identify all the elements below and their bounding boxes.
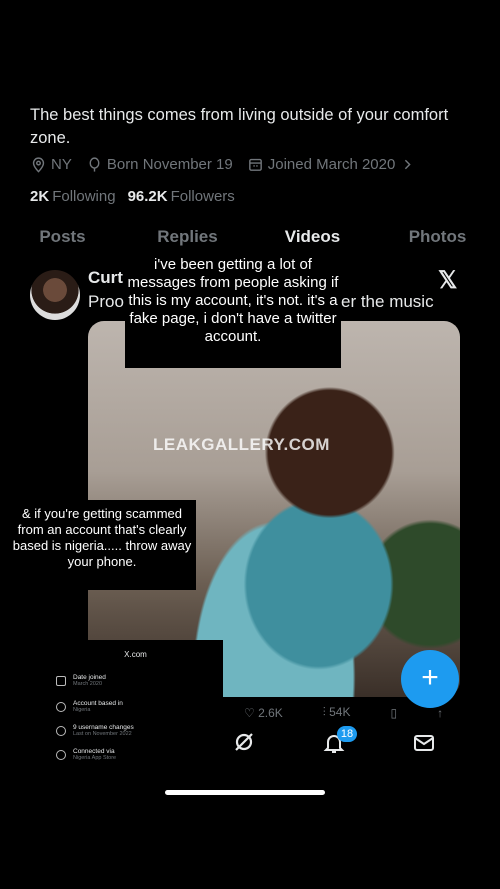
chevron-right-icon [405,159,411,170]
location-meta: NY [30,156,72,173]
location-icon [32,157,45,173]
about-account-panel: X.com Date joined March 2020 Account base… [48,640,223,772]
share-icon[interactable]: ↑ [437,706,443,720]
calendar-icon [56,676,66,686]
following-link[interactable]: 2K Following [30,188,116,205]
caption-top: i've been getting a lot of messages from… [125,252,341,368]
views-count: 54K [329,705,351,719]
notifications-badge: 18 [337,726,357,742]
tab-replies[interactable]: Replies [125,222,250,252]
caption-middle: & if you're getting scammed from an acco… [8,500,196,590]
born-text: Born November 19 [106,156,233,173]
views-action[interactable]: ⫶ 54K [323,705,351,720]
globe-icon [56,750,66,760]
about-row-date-joined: Date joined March 2020 [56,674,106,687]
grok-icon[interactable] [232,730,256,754]
balloon-icon [89,157,100,172]
tab-videos[interactable]: Videos [250,222,375,252]
born-meta: Born November 19 [86,156,233,173]
about-panel-title: X.com [124,650,147,659]
post-text-start: Proo [88,292,124,311]
messages-icon[interactable] [412,731,436,755]
followers-label: Followers [170,188,235,205]
about-row-value: Last on November 2022 [73,731,132,737]
watermark: LEAKGALLERY.COM [153,435,330,454]
profile-tabs: Posts Replies Videos Photos [0,222,500,252]
calendar-icon [248,158,262,171]
home-indicator[interactable] [165,790,325,795]
following-count: 2K [30,188,50,205]
post-text-end: er the music [341,292,434,311]
about-row-value: Nigeria App Store [73,755,117,761]
about-row-value: Nigeria [73,707,91,713]
about-row-label: 9 username changes [73,724,134,731]
profile-meta: NY Born November 19 Joined March 2020 [30,156,416,173]
joined-meta[interactable]: Joined March 2020 [247,156,417,173]
profile-bio: The best things comes from living outsid… [30,106,449,147]
post-actions: ♡ 2.6K ⫶ 54K ▯ ↑ [244,705,443,720]
followers-link[interactable]: 96.2K Followers [128,188,235,205]
followers-count: 96.2K [127,188,168,205]
tab-posts[interactable]: Posts [0,222,125,252]
post-author-name[interactable]: Curt [88,268,123,288]
about-row-value: March 2020 [73,681,103,687]
location-icon [56,702,66,712]
joined-text: Joined March 2020 [267,156,396,173]
follow-stats: 2K Following 96.2K Followers [30,188,235,205]
about-row-account-based: Account based in Nigeria [56,700,123,713]
compose-button[interactable]: + [401,650,459,708]
at-icon [56,726,66,736]
about-row-label: Connected via [73,748,115,755]
location-text: NY [51,156,72,173]
avatar[interactable] [30,270,80,320]
about-row-username-changes: 9 username changes Last on November 2022 [56,724,134,737]
about-row-connected-via: Connected via Nigeria App Store [56,748,116,761]
following-label: Following [52,188,116,205]
about-row-label: Date joined [73,674,106,681]
like-action[interactable]: ♡ 2.6K [244,706,283,720]
bookmark-icon[interactable]: ▯ [390,706,397,720]
like-count: 2.6K [258,705,283,720]
about-row-label: Account based in [73,700,123,707]
tab-photos[interactable]: Photos [375,222,500,252]
x-logo-icon: 𝕏 [438,267,458,294]
